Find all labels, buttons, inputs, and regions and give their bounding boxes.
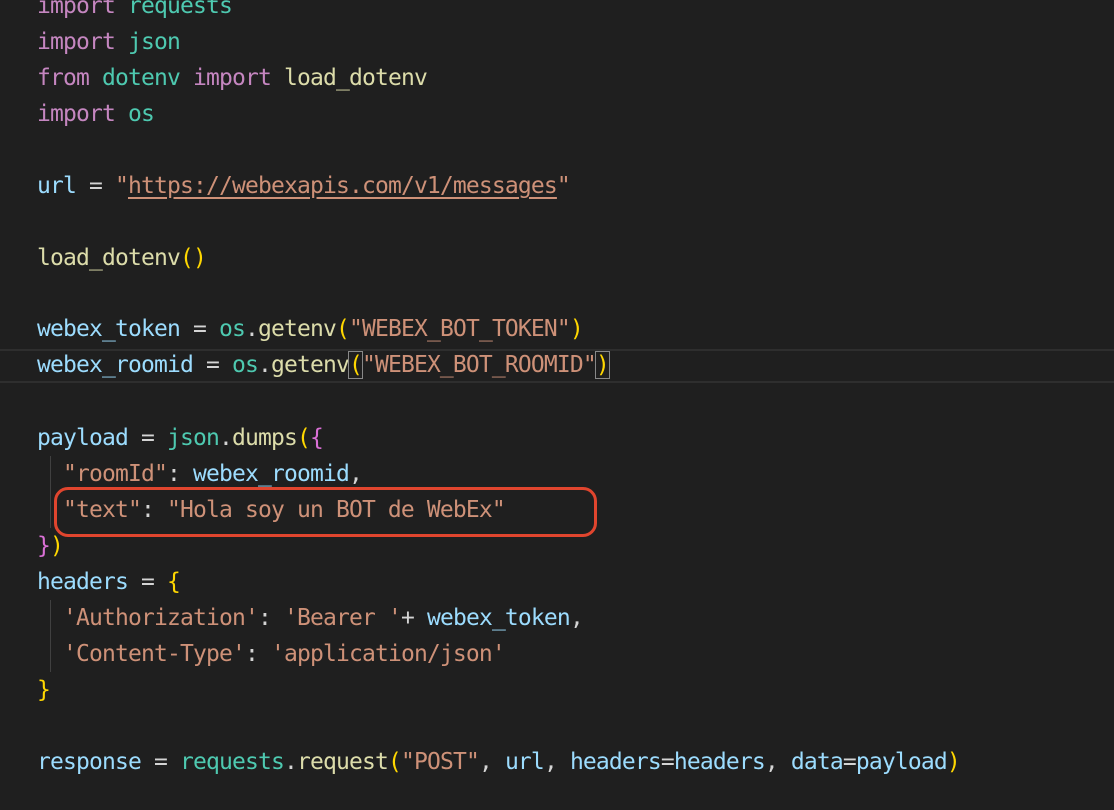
punctuation-token: , [478,749,493,775]
operator-token: = [140,569,155,595]
bracket-token: ) [50,533,64,559]
code-line-content-type[interactable]: 'Content-Type': 'application/json' [37,636,506,672]
variable-token: payload [855,749,948,775]
code-line-headers[interactable]: headers = { [37,564,181,600]
function-token: load_dotenv [283,65,428,91]
punctuation-token: : [166,461,181,487]
code-line-import-json[interactable]: import json [37,24,181,60]
operator-token: = [140,425,155,451]
param-token: data [790,749,844,775]
bracket-token: } [37,677,51,703]
string-token: "POST" [400,749,480,775]
code-editor[interactable]: import requests import json from dotenv … [0,0,1114,810]
keyword-token: import [37,0,116,19]
code-line-payload[interactable]: payload = json.dumps({ [37,420,324,456]
module-token: os [218,316,246,342]
code-line-close-headers[interactable]: } [37,672,51,708]
punctuation-token: . [218,425,233,451]
string-quote: " [115,173,129,199]
module-token: os [127,101,155,127]
punctuation-token: , [348,461,363,487]
operator-token: = [660,749,675,775]
variable-token: url [504,749,545,775]
module-token: json [127,29,181,55]
variable-token: headers [673,749,766,775]
dict-key-token: "roomId" [63,461,168,487]
variable-token: webex_roomid [192,461,350,487]
bracket-match-open: ( [347,351,363,379]
dict-key-token: 'Authorization' [63,605,259,631]
keyword-token: from [37,65,90,91]
code-line-load-dotenv[interactable]: load_dotenv() [37,240,207,276]
highlight-annotation-box [54,487,597,537]
punctuation-token: : [244,641,259,667]
code-line-import-os[interactable]: import os [37,96,155,132]
url-link[interactable]: https://webexapis.com/v1/messages [128,173,558,199]
operator-token: + [400,605,415,631]
code-line-response[interactable]: response = requests.request("POST", url,… [37,744,961,780]
module-token: os [231,352,259,378]
dict-key-token: 'Content-Type' [63,641,246,667]
module-token: requests [127,0,233,19]
function-token: getenv [270,352,350,378]
code-line-authorization[interactable]: 'Authorization': 'Bearer '+ webex_token, [37,600,584,636]
operator-token: = [205,352,220,378]
string-token: 'application/json' [270,641,506,667]
bracket-token: ( [296,425,311,451]
operator-token: = [153,749,168,775]
bracket-token: ) [192,245,207,271]
punctuation-token: , [764,749,779,775]
variable-token: url [37,173,77,199]
param-token: headers [569,749,662,775]
module-token: json [166,425,220,451]
string-token: "WEBEX_BOT_TOKEN" [348,316,571,342]
module-token: requests [179,749,285,775]
function-token: getenv [257,316,337,342]
function-token: request [296,749,389,775]
string-token: "WEBEX_BOT_ROOMID" [361,352,597,378]
bracket-token: ) [946,749,961,775]
bracket-token: ( [179,245,194,271]
variable-token: response [37,749,142,775]
variable-token: webex_token [37,316,181,342]
punctuation-token: : [257,605,272,631]
code-line-import-requests[interactable]: import requests [37,0,233,24]
keyword-token: import [192,65,272,91]
code-line-close-payload[interactable]: }) [37,528,64,564]
code-line-url[interactable]: url = "https://webexapis.com/v1/messages… [37,168,571,204]
variable-token: webex_roomid [37,352,194,378]
variable-token: headers [37,569,129,595]
bracket-token: ( [387,749,402,775]
punctuation-token: . [257,352,272,378]
operator-token: = [89,173,103,199]
function-token: load_dotenv [37,245,181,271]
punctuation-token: . [283,749,298,775]
bracket-token: ) [569,316,584,342]
punctuation-token: . [244,316,259,342]
code-line-from-dotenv[interactable]: from dotenv import load_dotenv [37,60,428,96]
code-line-webex-roomid[interactable]: webex_roomid = os.getenv("WEBEX_BOT_ROOM… [37,347,610,383]
punctuation-token: , [543,749,558,775]
variable-token: webex_token [426,605,571,631]
keyword-token: import [37,101,116,127]
bracket-token: } [37,533,51,559]
string-quote: " [556,173,571,199]
variable-token: payload [37,425,129,451]
punctuation-token: , [569,605,584,631]
keyword-token: import [37,29,116,55]
bracket-match-close: ) [594,351,610,379]
code-line-webex-token[interactable]: webex_token = os.getenv("WEBEX_BOT_TOKEN… [37,311,584,347]
operator-token: = [842,749,857,775]
bracket-token: ( [335,316,350,342]
bracket-token: { [309,425,324,451]
string-token: 'Bearer ' [283,605,402,631]
bracket-token: { [166,569,181,595]
module-token: dotenv [102,65,181,91]
function-token: dumps [231,425,298,451]
operator-token: = [192,316,207,342]
